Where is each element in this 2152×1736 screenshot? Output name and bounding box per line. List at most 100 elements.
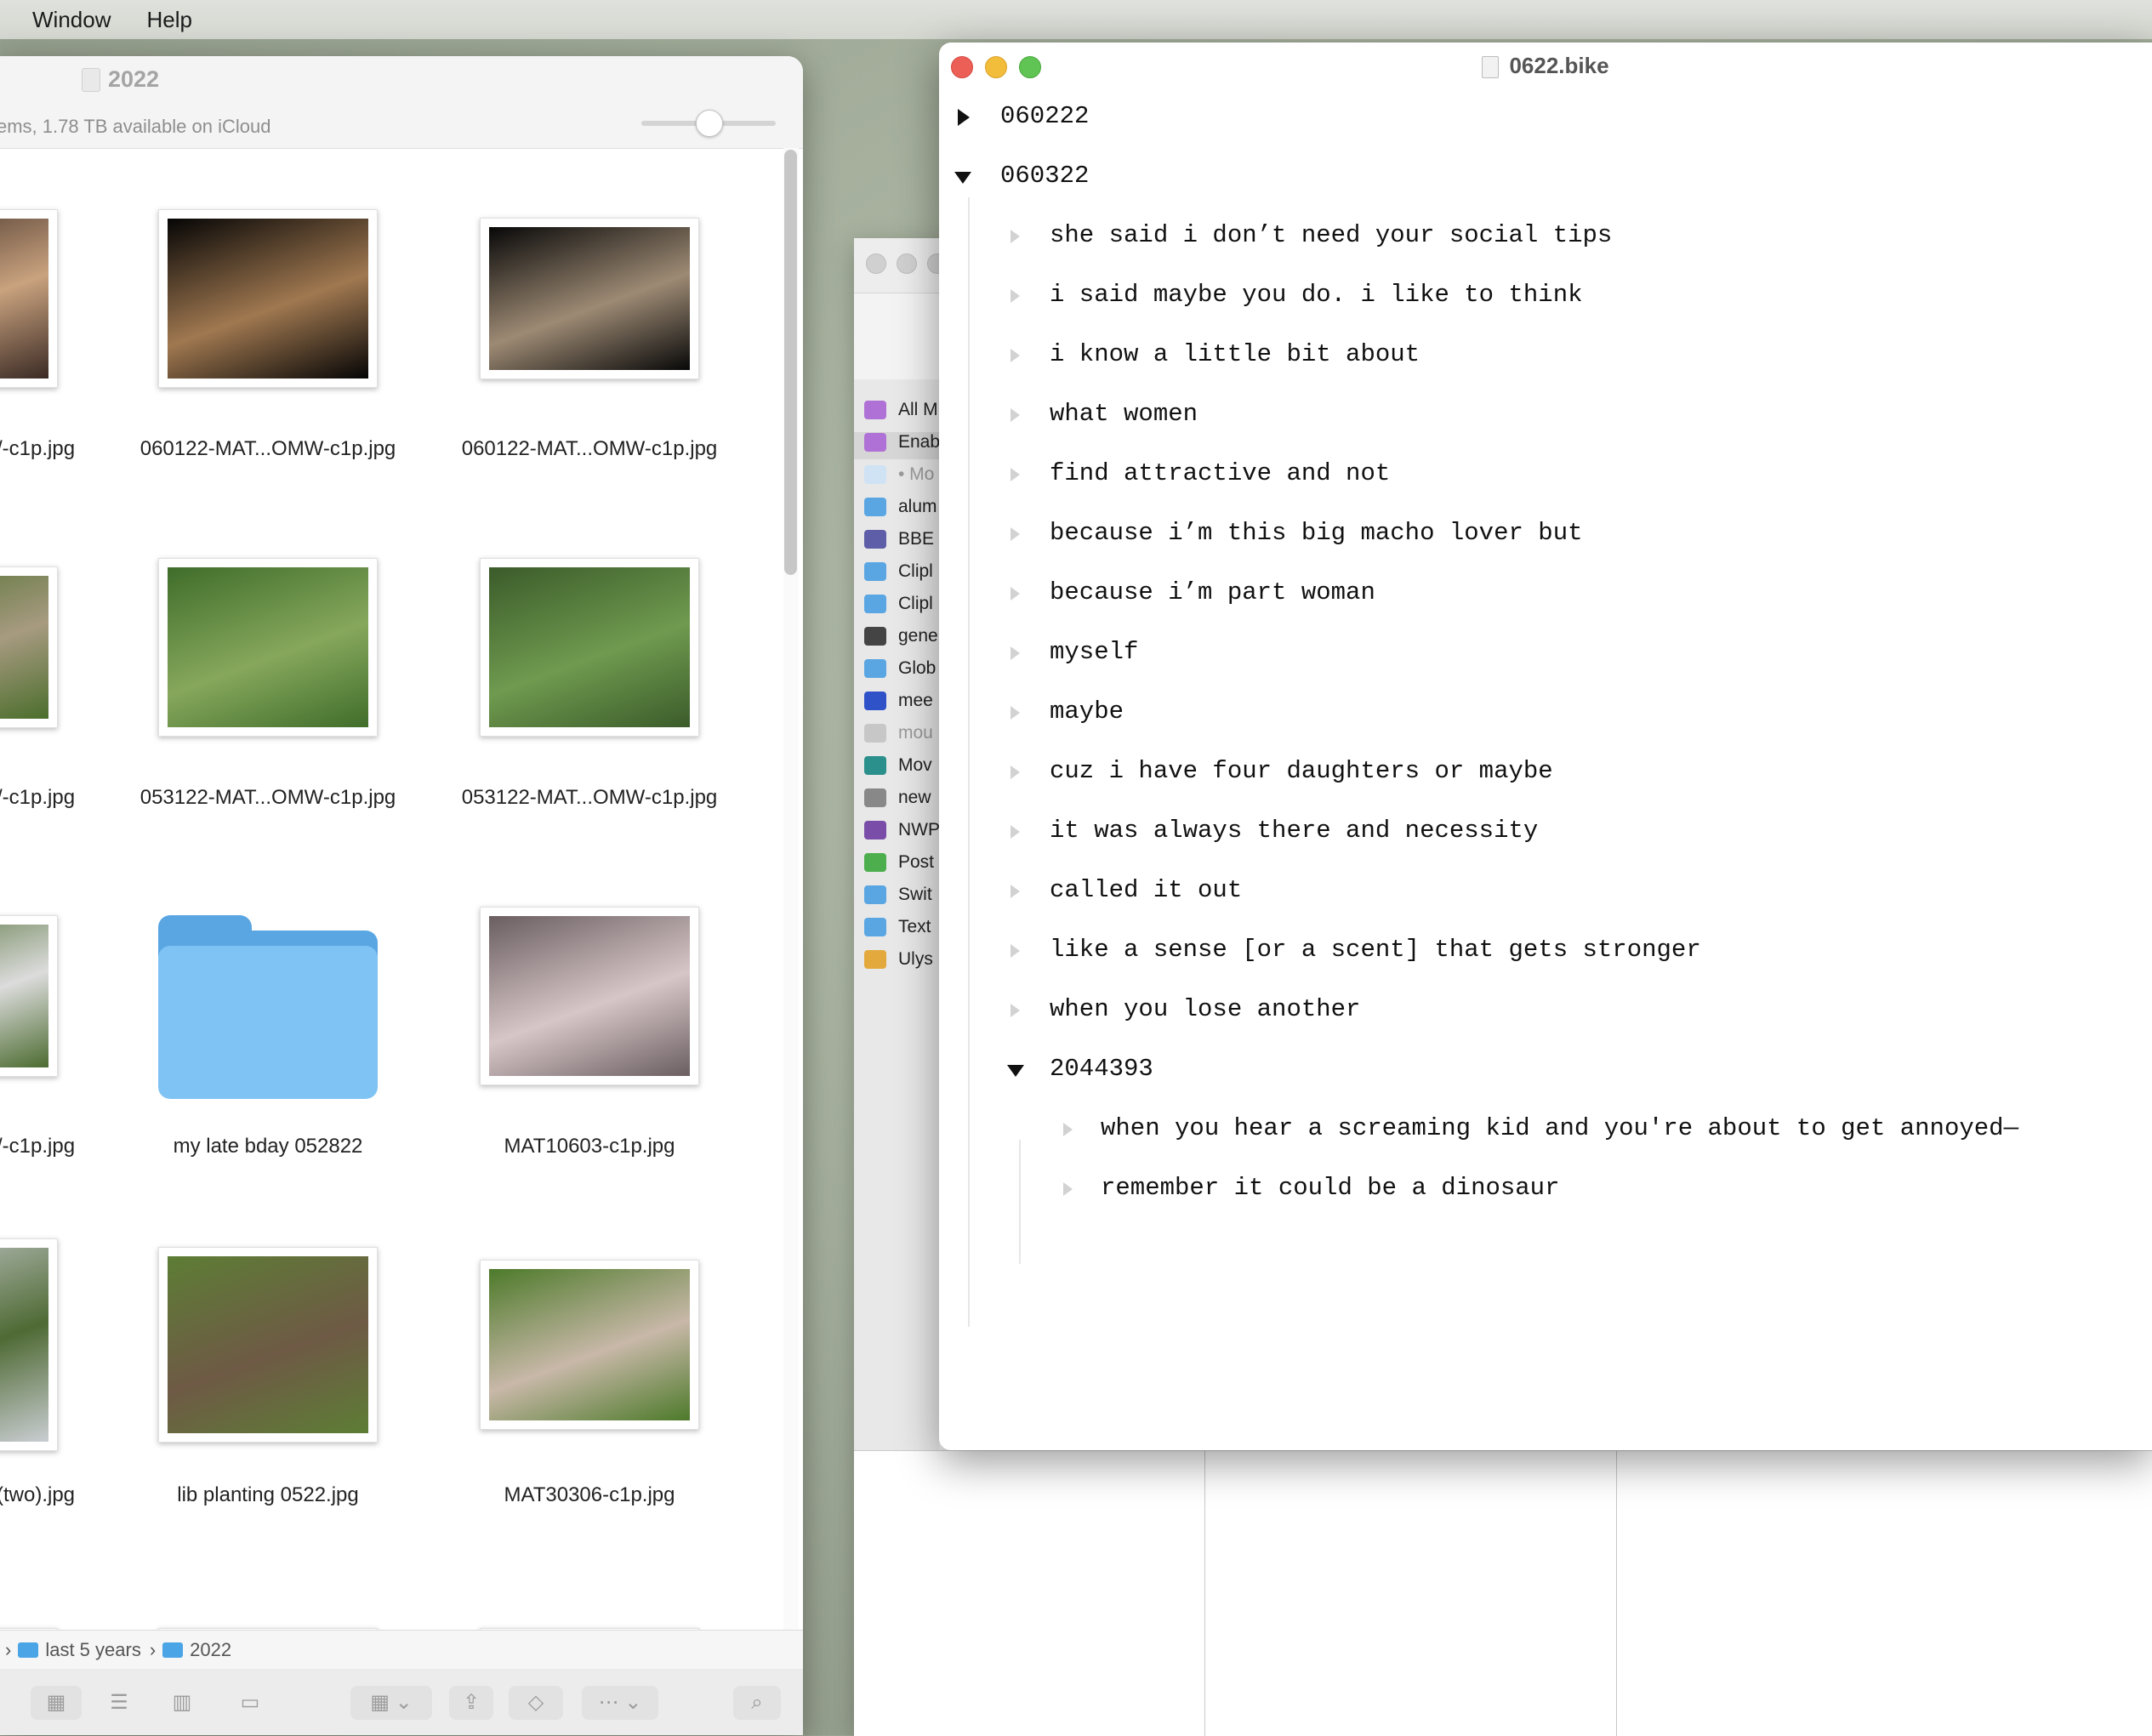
photo-thumbnail[interactable] — [480, 1260, 699, 1430]
sidebar-item[interactable]: Swit — [864, 885, 932, 912]
sidebar-item[interactable]: All M — [864, 400, 938, 427]
outline-row[interactable]: when you hear a screaming kid and you're… — [1101, 1114, 2018, 1142]
icon-size-slider-knob[interactable] — [696, 110, 723, 137]
file-name-label[interactable]: /-c1p.jpg — [0, 437, 75, 461]
file-name-label[interactable]: lib planting 0522.jpg — [98, 1483, 438, 1507]
item-icon — [864, 659, 886, 679]
group-button[interactable]: ▦ ⌄ — [350, 1686, 432, 1720]
minimize-button-inactive[interactable] — [897, 253, 917, 274]
gallery-view-button[interactable]: ▭ — [219, 1686, 281, 1720]
file-name-label[interactable]: /-c1p.jpg — [0, 1135, 75, 1158]
bullet-triangle-icon[interactable] — [1011, 408, 1020, 422]
disclosure-triangle-collapsed-icon[interactable] — [958, 109, 970, 126]
outline-row-top[interactable]: 060222 — [1000, 102, 1089, 130]
outline-row[interactable]: i said maybe you do. i like to think — [1050, 281, 1583, 309]
menu-window[interactable]: Window — [32, 7, 111, 33]
outline-row[interactable]: like a sense [or a scent] that gets stro… — [1050, 936, 1701, 964]
disclosure-triangle-expanded-icon[interactable] — [1007, 1065, 1024, 1077]
file-name-label[interactable]: MAT30306-c1p.jpg — [419, 1483, 760, 1507]
share-icon[interactable]: ⇪ — [449, 1686, 493, 1720]
sidebar-item[interactable]: Ulys — [864, 949, 933, 976]
photo-thumbnail[interactable] — [0, 209, 58, 388]
outline-row[interactable]: myself — [1050, 638, 1138, 666]
bullet-triangle-icon[interactable] — [1011, 230, 1020, 243]
close-button-inactive[interactable] — [866, 253, 886, 274]
sidebar-item[interactable]: mee — [864, 691, 933, 718]
sidebar-item[interactable]: NWP — [864, 820, 940, 847]
sidebar-item[interactable]: gene — [864, 626, 938, 653]
outline-row[interactable]: find attractive and not — [1050, 459, 1390, 487]
sidebar-item[interactable]: Clipl — [864, 594, 933, 621]
bullet-triangle-icon[interactable] — [1011, 944, 1020, 958]
outline-row[interactable]: because i’m this big macho lover but — [1050, 519, 1583, 547]
sidebar-item[interactable]: Glob — [864, 658, 936, 686]
outline-row-top[interactable]: 060322 — [1000, 162, 1089, 190]
path-item-last-5-years[interactable]: last 5 years — [45, 1639, 141, 1661]
disclosure-triangle-expanded-icon[interactable] — [954, 172, 971, 184]
outline-row[interactable]: 2044393 — [1050, 1055, 1153, 1083]
bullet-triangle-icon[interactable] — [1011, 349, 1020, 362]
list-view-button[interactable]: ☰ — [94, 1686, 145, 1720]
outline-row[interactable]: it was always there and necessity — [1050, 817, 1538, 845]
folder-proxy-icon[interactable] — [82, 68, 100, 92]
sidebar-item[interactable]: Mov — [864, 755, 932, 783]
bullet-triangle-icon[interactable] — [1011, 766, 1020, 779]
file-name-label[interactable]: 053122-MAT...OMW-c1p.jpg — [98, 786, 438, 810]
bullet-triangle-icon[interactable] — [1011, 527, 1020, 541]
sidebar-item[interactable]: Text — [864, 917, 931, 944]
photo-thumbnail[interactable] — [480, 218, 699, 379]
bullet-triangle-icon[interactable] — [1011, 289, 1020, 303]
photo-thumbnail[interactable] — [0, 566, 58, 728]
bullet-triangle-icon[interactable] — [1011, 646, 1020, 660]
outline-row[interactable]: because i’m part woman — [1050, 578, 1375, 606]
file-name-label[interactable]: (two).jpg — [0, 1483, 75, 1507]
outline-row[interactable]: remember it could be a dinosaur — [1101, 1174, 1560, 1202]
photo-thumbnail[interactable] — [158, 558, 378, 737]
scrollbar-thumb[interactable] — [784, 150, 797, 575]
photo-thumbnail[interactable] — [158, 1247, 378, 1443]
outline-row[interactable]: she said i don’t need your social tips — [1050, 221, 1612, 249]
photo-thumbnail[interactable] — [0, 1238, 58, 1451]
outline-row[interactable]: called it out — [1050, 876, 1242, 904]
outline-row[interactable]: when you lose another — [1050, 995, 1360, 1023]
file-name-label[interactable]: 060122-MAT...OMW-c1p.jpg — [98, 437, 438, 461]
file-name-label[interactable]: MAT10603-c1p.jpg — [419, 1135, 760, 1158]
sidebar-item[interactable]: alum — [864, 497, 937, 524]
file-name-label[interactable]: 053122-MAT...OMW-c1p.jpg — [419, 786, 760, 810]
sidebar-item[interactable]: new — [864, 788, 931, 815]
file-name-label[interactable]: /-c1p.jpg — [0, 786, 75, 810]
outline-row[interactable]: maybe — [1050, 697, 1124, 726]
bullet-triangle-icon[interactable] — [1063, 1182, 1073, 1196]
bullet-triangle-icon[interactable] — [1011, 825, 1020, 839]
icon-view-button[interactable]: ▦ — [31, 1686, 82, 1720]
file-name-label[interactable]: 060122-MAT...OMW-c1p.jpg — [419, 437, 760, 461]
path-item-2022[interactable]: 2022 — [190, 1639, 231, 1661]
item-icon — [864, 692, 886, 711]
sidebar-item[interactable]: Enab — [854, 432, 949, 459]
sidebar-item[interactable]: BBE — [864, 529, 934, 556]
search-icon[interactable]: ⌕ — [733, 1686, 781, 1720]
bullet-triangle-icon[interactable] — [1011, 587, 1020, 600]
folder-icon[interactable] — [158, 915, 378, 1102]
bullet-triangle-icon[interactable] — [1011, 706, 1020, 720]
tag-icon[interactable]: ◇ — [509, 1686, 563, 1720]
outline-row[interactable]: i know a little bit about — [1050, 340, 1420, 368]
menu-help[interactable]: Help — [146, 7, 191, 33]
bullet-triangle-icon[interactable] — [1011, 468, 1020, 481]
sidebar-item[interactable]: • Mo — [864, 464, 934, 492]
column-view-button[interactable]: ▥ — [157, 1686, 208, 1720]
sidebar-item[interactable]: Clipl — [864, 561, 933, 589]
photo-thumbnail[interactable] — [158, 209, 378, 388]
outline-row[interactable]: cuz i have four daughters or maybe — [1050, 757, 1553, 785]
photo-thumbnail[interactable] — [480, 558, 699, 737]
more-actions-button[interactable]: ⋯ ⌄ — [582, 1686, 658, 1720]
sidebar-item[interactable]: Post — [864, 852, 934, 879]
photo-thumbnail[interactable] — [480, 907, 699, 1085]
bullet-triangle-icon[interactable] — [1011, 885, 1020, 898]
file-name-label[interactable]: my late bday 052822 — [98, 1135, 438, 1158]
bullet-triangle-icon[interactable] — [1063, 1123, 1073, 1136]
outline-row[interactable]: what women — [1050, 400, 1198, 428]
sidebar-item[interactable]: mou — [864, 723, 933, 750]
photo-thumbnail[interactable] — [0, 915, 58, 1077]
bullet-triangle-icon[interactable] — [1011, 1004, 1020, 1017]
